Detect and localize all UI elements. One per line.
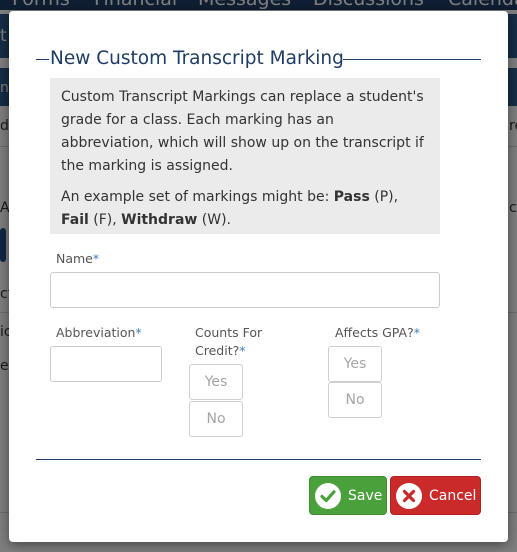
affects-gpa-yes-button[interactable]: Yes xyxy=(328,346,382,382)
required-marker: * xyxy=(239,343,246,358)
check-circle-icon xyxy=(315,482,341,509)
save-button[interactable]: Save xyxy=(309,476,387,515)
name-label-text: Name xyxy=(56,251,93,266)
example-fail-abbr: (F), xyxy=(88,212,122,228)
affects-gpa-no-button[interactable]: No xyxy=(328,382,382,418)
counts-for-credit-label: Counts For Credit?* xyxy=(195,324,262,360)
abbreviation-label: Abbreviation* xyxy=(56,324,142,342)
legend-rule-right xyxy=(343,59,481,60)
modal-title: New Custom Transcript Marking xyxy=(50,48,344,69)
name-input[interactable] xyxy=(50,272,440,308)
counts-label-line2-text: Credit? xyxy=(195,343,240,358)
counts-for-credit-yes-button[interactable]: Yes xyxy=(189,364,243,400)
affects-gpa-label-text: Affects GPA? xyxy=(335,325,414,340)
info-description: Custom Transcript Markings can replace a… xyxy=(61,89,424,174)
counts-for-credit-no-button[interactable]: No xyxy=(189,401,243,437)
name-label: Name* xyxy=(56,250,99,268)
example-withdraw: Withdraw xyxy=(121,212,198,228)
info-example: An example set of markings might be: Pas… xyxy=(61,186,429,232)
required-marker: * xyxy=(413,325,420,340)
abbreviation-input[interactable] xyxy=(50,346,162,382)
example-fail: Fail xyxy=(61,212,89,228)
save-button-label: Save xyxy=(348,487,383,504)
example-pass: Pass xyxy=(333,189,370,205)
info-example-prefix: An example set of markings might be: xyxy=(61,189,334,205)
example-pass-abbr: (P), xyxy=(369,189,399,205)
cancel-button-label: Cancel xyxy=(429,487,477,504)
footer-divider xyxy=(36,459,481,460)
required-marker: * xyxy=(135,325,142,340)
x-circle-icon xyxy=(396,482,422,509)
required-marker: * xyxy=(92,251,100,266)
legend-rule-left xyxy=(36,59,49,60)
counts-label-line1: Counts For xyxy=(195,325,263,340)
affects-gpa-label: Affects GPA?* xyxy=(335,324,420,342)
abbreviation-label-text: Abbreviation xyxy=(56,325,136,340)
counts-label-line2: Credit?* xyxy=(195,342,262,360)
info-box: Custom Transcript Markings can replace a… xyxy=(50,78,440,234)
example-withdraw-abbr: (W). xyxy=(197,212,232,228)
cancel-button[interactable]: Cancel xyxy=(390,476,481,515)
